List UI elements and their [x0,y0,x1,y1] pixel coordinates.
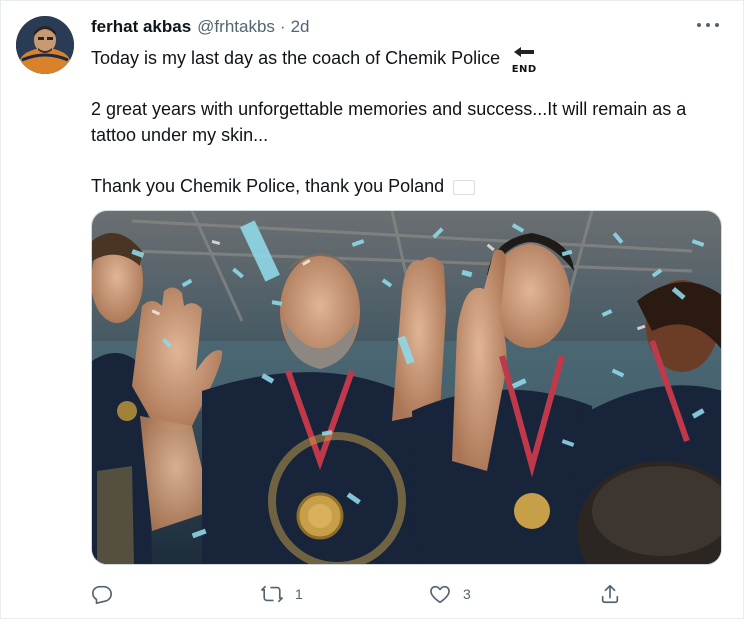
retweet-button[interactable]: 1 [261,581,303,607]
retweet-count: 1 [295,586,303,602]
author-handle[interactable]: @frhtakbs [197,17,275,37]
more-options-icon[interactable] [697,17,719,33]
share-button[interactable] [599,581,621,607]
tweet-text-line-3: Thank you Chemik Police, thank you Polan… [91,173,721,199]
avatar-image [16,16,74,74]
tweet-text-line-1: Today is my last day as the coach of Che… [91,45,721,75]
reply-button[interactable] [91,581,125,607]
share-icon [601,584,619,604]
tweet-text-line-3-content: Thank you Chemik Police, thank you Polan… [91,176,445,196]
tweet-text-line-1-content: Today is my last day as the coach of Che… [91,48,501,68]
poland-flag-icon [453,180,476,195]
more-dot [697,23,701,27]
author-avatar[interactable] [16,16,74,74]
more-dot [715,23,719,27]
end-arrow-glyph-icon [514,47,535,57]
tweet-photo[interactable] [91,210,722,565]
tweet-header: ferhat akbas @frhtakbs · 2d [91,15,723,39]
more-dot [706,23,710,27]
tweet-timestamp[interactable]: 2d [291,17,310,37]
reply-icon [92,585,112,604]
tweet-text: Today is my last day as the coach of Che… [91,45,721,199]
tweet-text-line-2: 2 great years with unforgettable memorie… [91,99,687,145]
tweet-actions: 1 3 [91,581,631,607]
author-display-name[interactable]: ferhat akbas [91,17,191,37]
end-emoji-label: END [511,64,537,75]
like-button[interactable]: 3 [429,581,471,607]
tweet-card[interactable]: ferhat akbas @frhtakbs · 2d Today is my … [0,0,744,619]
celebration-photo [92,211,721,564]
heart-icon [430,585,450,604]
like-count: 3 [463,586,471,602]
header-separator: · [279,17,286,36]
retweet-icon [261,585,283,603]
end-arrow-emoji-icon: END [511,46,537,75]
